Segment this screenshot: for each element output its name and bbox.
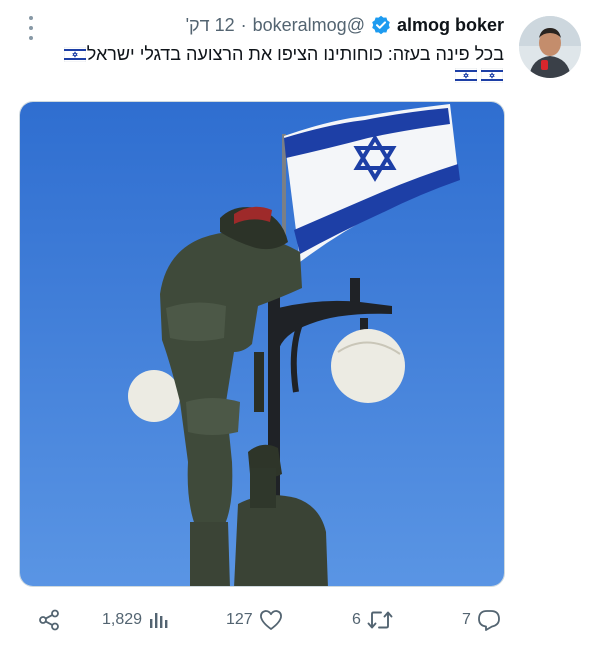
avatar[interactable] [519, 16, 581, 78]
like-button[interactable]: 127 [226, 602, 283, 638]
author-name[interactable]: almog boker [397, 15, 504, 36]
heart-icon [259, 610, 282, 630]
tweet-actions: 1,829 127 6 7 [30, 602, 510, 638]
israel-flag-icon [481, 68, 503, 83]
more-options-icon[interactable] [24, 16, 38, 40]
timestamp[interactable]: 12 דק' [186, 15, 235, 36]
reply-button[interactable]: 7 [462, 602, 501, 638]
views-button[interactable]: 1,829 [102, 602, 168, 638]
israel-flag-icon [63, 47, 86, 62]
tweet-text: בכל פינה בעזה: כוחותינו הציפו את הרצועה … [34, 40, 504, 68]
likes-count: 127 [226, 611, 253, 628]
reply-icon [478, 610, 500, 631]
israel-flag-icon [455, 68, 477, 83]
retweet-icon [367, 611, 393, 629]
views-count: 1,829 [102, 611, 143, 628]
tweet-text-body: בכל פינה בעזה: כוחותינו הציפו את הרצועה … [86, 44, 504, 64]
share-button[interactable] [38, 602, 60, 638]
tweet-video[interactable] [19, 101, 505, 587]
views-icon [150, 613, 168, 628]
retweets-count: 6 [352, 611, 361, 628]
verified-badge-icon [371, 15, 391, 35]
tweet-header: almog boker @bokeralmog · 12 דק' [186, 13, 504, 37]
tweet: almog boker @bokeralmog · 12 דק' בכל פינ… [0, 0, 600, 650]
retweet-button[interactable]: 6 [352, 602, 393, 638]
flag-emoji-row [454, 68, 504, 83]
separator-dot: · [240, 14, 247, 35]
replies-count: 7 [462, 611, 471, 628]
share-icon [39, 609, 59, 631]
author-handle[interactable]: @bokeralmog [253, 15, 365, 36]
